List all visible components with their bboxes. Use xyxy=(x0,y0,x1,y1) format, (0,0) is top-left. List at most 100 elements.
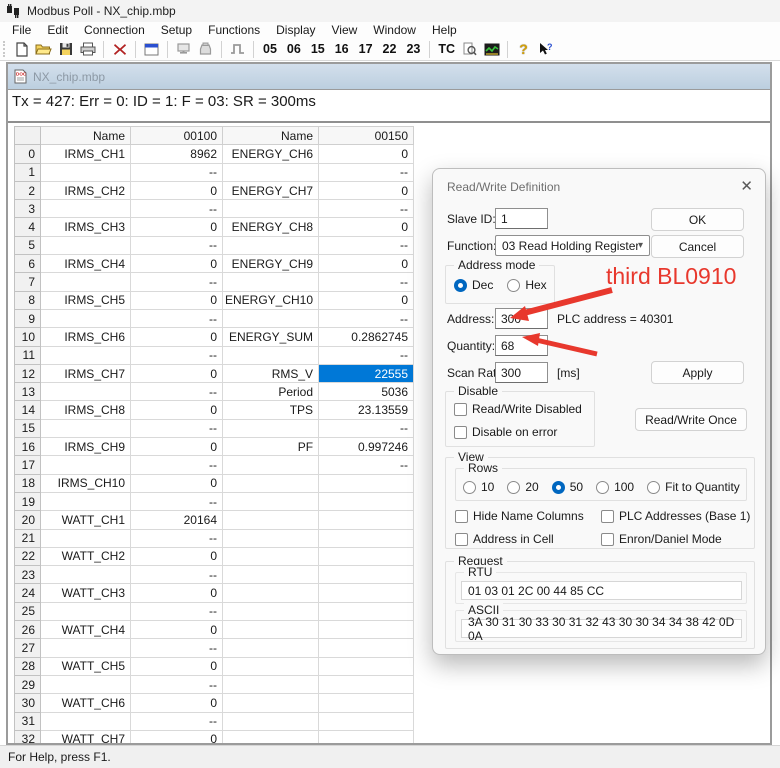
grid-cell[interactable] xyxy=(223,456,319,474)
grid-cell[interactable]: -- xyxy=(131,309,223,327)
grid-cell[interactable]: 0.997246 xyxy=(319,438,414,456)
menu-item-help[interactable]: Help xyxy=(424,23,465,37)
grid-cell[interactable]: 0 xyxy=(319,218,414,236)
menu-item-file[interactable]: File xyxy=(4,23,39,37)
scan-rate-input[interactable] xyxy=(495,362,548,383)
menu-item-display[interactable]: Display xyxy=(268,23,323,37)
grid-cell[interactable] xyxy=(223,529,319,547)
grid-cell[interactable]: -- xyxy=(319,236,414,254)
grid-cell[interactable] xyxy=(319,730,414,745)
menu-item-connection[interactable]: Connection xyxy=(76,23,153,37)
grid-cell[interactable] xyxy=(223,236,319,254)
grid-cell[interactable]: 0 xyxy=(131,621,223,639)
grid-cell[interactable]: -- xyxy=(131,602,223,620)
grid-cell[interactable]: -- xyxy=(131,236,223,254)
grid-cell[interactable]: 0 xyxy=(131,255,223,273)
view-checkbox-address-in-cell[interactable]: Address in Cell xyxy=(455,532,601,546)
grid-cell[interactable] xyxy=(223,163,319,181)
grid-cell[interactable] xyxy=(319,675,414,693)
find-button[interactable] xyxy=(460,40,479,59)
view-checkbox-enron-daniel-mode[interactable]: Enron/Daniel Mode xyxy=(601,532,757,546)
grid-cell[interactable]: -- xyxy=(319,309,414,327)
grid-cell[interactable] xyxy=(319,584,414,602)
grid-header-2[interactable]: 00100 xyxy=(131,127,223,145)
grid-cell[interactable]: ENERGY_SUM xyxy=(223,328,319,346)
rows-option-20[interactable]: 20 xyxy=(507,480,538,494)
function-code-button-22[interactable]: 22 xyxy=(380,42,400,56)
grid-cell[interactable] xyxy=(41,309,131,327)
grid-cell[interactable]: WATT_CH4 xyxy=(41,621,131,639)
poll-definition-button[interactable] xyxy=(174,40,193,59)
grid-cell[interactable]: IRMS_CH2 xyxy=(41,181,131,199)
grid-header-1[interactable]: Name xyxy=(41,127,131,145)
grid-cell[interactable]: WATT_CH7 xyxy=(41,730,131,745)
function-code-button-05[interactable]: 05 xyxy=(260,42,280,56)
grid-cell[interactable]: 5036 xyxy=(319,383,414,401)
grid-cell[interactable]: IRMS_CH6 xyxy=(41,328,131,346)
grid-cell[interactable]: -- xyxy=(319,456,414,474)
grid-cell[interactable]: ENERGY_CH10 xyxy=(223,291,319,309)
grid-cell[interactable] xyxy=(223,309,319,327)
grid-cell[interactable] xyxy=(223,712,319,730)
grid-cell[interactable]: 0 xyxy=(319,181,414,199)
grid-cell[interactable]: PF xyxy=(223,438,319,456)
grid-cell[interactable] xyxy=(319,657,414,675)
grid-cell[interactable]: -- xyxy=(131,675,223,693)
grid-cell[interactable]: Period xyxy=(223,383,319,401)
grid-cell[interactable]: 0 xyxy=(319,291,414,309)
function-code-button-06[interactable]: 06 xyxy=(284,42,304,56)
print-button[interactable] xyxy=(78,40,97,59)
grid-cell[interactable]: 8962 xyxy=(131,145,223,163)
grid-cell[interactable] xyxy=(41,163,131,181)
grid-cell[interactable] xyxy=(223,694,319,712)
grid-cell[interactable]: IRMS_CH7 xyxy=(41,364,131,382)
grid-cell[interactable]: -- xyxy=(319,273,414,291)
grid-cell[interactable]: -- xyxy=(131,566,223,584)
grid-header-4[interactable]: 00150 xyxy=(319,127,414,145)
grid-cell[interactable]: IRMS_CH3 xyxy=(41,218,131,236)
grid-cell[interactable]: -- xyxy=(319,163,414,181)
grid-cell[interactable] xyxy=(319,547,414,565)
grid-cell[interactable]: WATT_CH3 xyxy=(41,584,131,602)
grid-cell[interactable] xyxy=(41,419,131,437)
grid-cell[interactable] xyxy=(223,639,319,657)
grid-cell[interactable]: IRMS_CH9 xyxy=(41,438,131,456)
function-select[interactable]: 03 Read Holding Registers (4x) ▾ xyxy=(495,235,650,256)
grid-cell[interactable] xyxy=(223,566,319,584)
grid-cell[interactable]: ENERGY_CH9 xyxy=(223,255,319,273)
grid-cell[interactable]: 0 xyxy=(131,364,223,382)
grid-header-0[interactable] xyxy=(15,127,41,145)
grid-cell-selected[interactable]: 22555 xyxy=(319,364,414,382)
document-titlebar[interactable]: DOC NX_chip.mbp xyxy=(8,64,770,90)
apply-button[interactable]: Apply xyxy=(651,361,744,384)
grid-cell[interactable]: -- xyxy=(131,639,223,657)
menu-item-edit[interactable]: Edit xyxy=(39,23,76,37)
open-file-button[interactable] xyxy=(34,40,53,59)
grid-cell[interactable]: WATT_CH1 xyxy=(41,511,131,529)
grid-cell[interactable]: 0 xyxy=(131,657,223,675)
rows-option-50[interactable]: 50 xyxy=(552,480,583,494)
grid-cell[interactable]: -- xyxy=(131,273,223,291)
menu-item-setup[interactable]: Setup xyxy=(153,23,200,37)
grid-cell[interactable]: -- xyxy=(131,712,223,730)
view-checkbox-plc-addresses-base-1-[interactable]: PLC Addresses (Base 1) xyxy=(601,509,757,523)
grid-cell[interactable]: 0 xyxy=(131,401,223,419)
grid-cell[interactable] xyxy=(223,657,319,675)
grid-cell[interactable] xyxy=(319,511,414,529)
grid-cell[interactable]: 0 xyxy=(319,145,414,163)
grid-header-3[interactable]: Name xyxy=(223,127,319,145)
grid-cell[interactable]: WATT_CH2 xyxy=(41,547,131,565)
test-center-button[interactable]: TC xyxy=(436,40,457,59)
address-mode-option-dec[interactable]: Dec xyxy=(454,278,493,292)
grid-cell[interactable] xyxy=(41,456,131,474)
grid-cell[interactable] xyxy=(319,694,414,712)
grid-cell[interactable]: -- xyxy=(131,456,223,474)
grid-cell[interactable] xyxy=(319,566,414,584)
rows-option-fit-to-quantity[interactable]: Fit to Quantity xyxy=(647,480,740,494)
address-input[interactable] xyxy=(495,308,548,329)
grid-cell[interactable]: 0 xyxy=(131,291,223,309)
read-write-once-button[interactable]: Read/Write Once xyxy=(635,408,747,431)
disable-checkbox-disable-on-error[interactable]: Disable on error xyxy=(454,425,582,439)
grid-cell[interactable] xyxy=(319,529,414,547)
grid-cell[interactable]: 0 xyxy=(131,218,223,236)
